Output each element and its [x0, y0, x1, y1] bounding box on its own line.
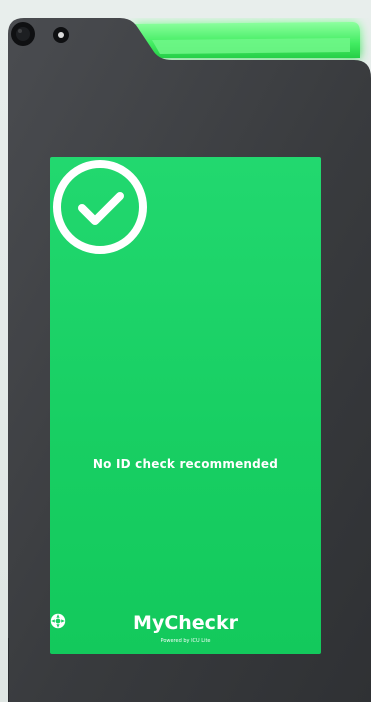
mycheckr-logo-icon	[50, 613, 66, 629]
brand-name: MyCheckr	[133, 612, 238, 634]
status-message: No ID check recommended	[92, 457, 279, 471]
id-checker-device: No ID check recommended MyCheckr Powered…	[8, 18, 371, 702]
checkmark-circle-icon	[53, 160, 147, 254]
camera-lens-icon	[11, 22, 35, 46]
scene: No ID check recommended MyCheckr Powered…	[0, 0, 371, 702]
brand-logo: MyCheckr	[50, 613, 321, 633]
brand-tagline: Powered by ICU Lite	[160, 638, 211, 644]
camera-cluster	[11, 22, 69, 46]
device-screen: No ID check recommended MyCheckr Powered…	[50, 157, 321, 654]
sensor-icon	[53, 27, 69, 43]
card-slot-glow	[133, 22, 360, 58]
